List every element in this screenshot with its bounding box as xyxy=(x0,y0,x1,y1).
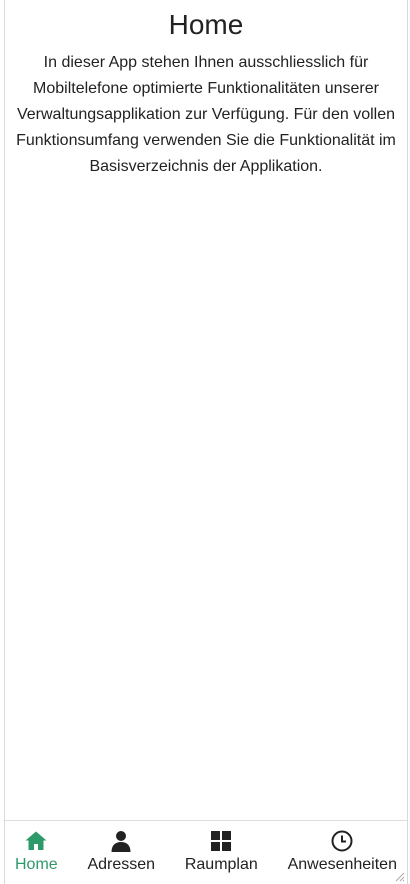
nav-label-raumplan: Raumplan xyxy=(184,856,258,873)
nav-item-home[interactable]: Home xyxy=(15,829,58,875)
page-title: Home xyxy=(168,9,244,40)
bottom-navigation: Home Adressen Raumplan Anwesenheiten xyxy=(5,820,407,884)
nav-label-adressen: Adressen xyxy=(87,856,156,873)
nav-item-anwesenheiten[interactable]: Anwesenheiten xyxy=(288,829,397,875)
resize-grip-icon[interactable] xyxy=(393,870,405,882)
app-frame: Home In dieser App stehen Ihnen ausschli… xyxy=(4,0,408,884)
nav-item-raumplan[interactable]: Raumplan xyxy=(185,829,258,875)
grid-icon xyxy=(211,831,232,851)
nav-label-anwesenheiten: Anwesenheiten xyxy=(287,856,397,873)
home-icon xyxy=(25,831,47,850)
nav-item-adressen[interactable]: Adressen xyxy=(87,829,155,875)
person-icon xyxy=(111,831,131,852)
nav-label-home: Home xyxy=(15,856,58,873)
clock-icon xyxy=(331,830,353,852)
intro-text: In dieser App stehen Ihnen ausschliessli… xyxy=(16,54,396,175)
main-content: Home In dieser App stehen Ihnen ausschli… xyxy=(5,0,407,180)
